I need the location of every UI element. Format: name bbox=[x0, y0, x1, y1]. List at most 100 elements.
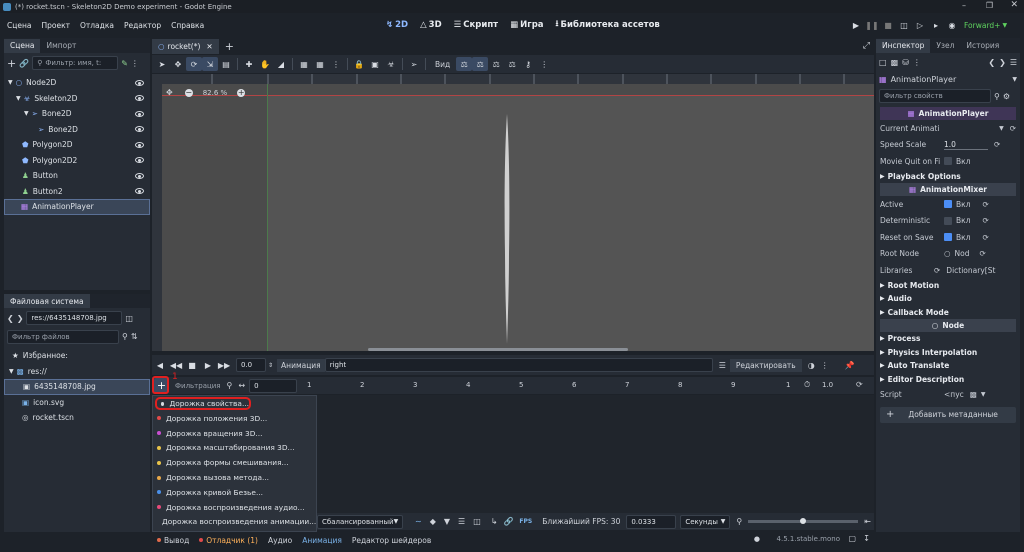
tab-history[interactable]: История bbox=[960, 39, 1005, 53]
script-attach-icon[interactable]: ✎ bbox=[121, 59, 128, 68]
visibility-eye-icon[interactable] bbox=[135, 110, 144, 117]
sort-icon[interactable]: ⇅ bbox=[131, 332, 138, 341]
rotate-tool-icon[interactable]: ⟳ bbox=[186, 57, 202, 71]
open-folder-icon[interactable]: ▩ bbox=[891, 58, 899, 67]
snap-options-icon[interactable]: ⋮ bbox=[328, 57, 344, 71]
fit-icon[interactable]: ↔ bbox=[238, 381, 245, 390]
tab-output[interactable]: Вывод bbox=[152, 536, 194, 545]
history-back-icon[interactable]: ❮ bbox=[988, 58, 995, 67]
play-scene-icon[interactable]: ▷ bbox=[912, 18, 928, 32]
close-window-button[interactable]: ✕ bbox=[1010, 0, 1018, 10]
active-checkbox[interactable] bbox=[944, 200, 952, 209]
play-from-start-icon[interactable]: ▶▶ bbox=[216, 358, 232, 372]
section-root-motion[interactable]: ▶ Root Motion bbox=[880, 279, 1016, 293]
snap-icon[interactable]: ↳ bbox=[491, 517, 498, 526]
revert-icon[interactable]: ⟳ bbox=[982, 233, 988, 242]
collapse-arrow-icon[interactable]: ▼ bbox=[16, 95, 21, 102]
filter-icon[interactable]: ☰ bbox=[719, 361, 726, 370]
tab-audio[interactable]: Аудио bbox=[263, 536, 297, 545]
slider-grabber[interactable] bbox=[800, 518, 807, 524]
pan-tool-icon[interactable]: ✋ bbox=[257, 57, 273, 71]
back-arrow-icon[interactable]: ❮ bbox=[7, 314, 14, 323]
section-physics-interpolation[interactable]: ▶ Physics Interpolation bbox=[880, 346, 1016, 360]
workspace-2d[interactable]: ↯ 2D bbox=[380, 20, 414, 30]
tree-node-bone2d[interactable]: ▼ ➢ Bone2D bbox=[4, 106, 150, 122]
tab-rocket[interactable]: ○ rocket(*) ✕ bbox=[152, 38, 219, 54]
stop-icon[interactable]: ■ bbox=[184, 358, 200, 372]
tab-debugger[interactable]: Отладчик (1) bbox=[194, 536, 263, 545]
fs-root-folder[interactable]: ▼ ▩ res:// bbox=[4, 364, 150, 380]
pivot-tool-icon[interactable]: ✚ bbox=[241, 57, 257, 71]
horizontal-scrollbar[interactable] bbox=[368, 348, 628, 351]
ruler-tool-icon[interactable]: ▤ bbox=[218, 57, 234, 71]
menu-item-bezier-track[interactable]: Дорожка кривой Безье... bbox=[153, 485, 316, 500]
copy-icon[interactable]: ▢ bbox=[848, 534, 856, 543]
zoom-level[interactable]: 82.6 % bbox=[203, 89, 227, 97]
move-widget-icon[interactable]: ✥ bbox=[166, 88, 173, 97]
revert-icon[interactable]: ⟳ bbox=[982, 200, 988, 209]
snap-smart-icon[interactable]: ▦ bbox=[296, 57, 312, 71]
visibility-eye-icon[interactable] bbox=[135, 172, 144, 179]
more-icon[interactable]: ⋮ bbox=[913, 58, 921, 67]
zoom-out-icon[interactable]: − bbox=[184, 88, 193, 97]
group-tracks-icon[interactable]: ☰ bbox=[458, 517, 465, 526]
pin-icon[interactable]: 📌 bbox=[845, 361, 855, 370]
maximize-button[interactable]: ❐ bbox=[986, 1, 993, 10]
fs-file-tscn[interactable]: ◎ rocket.tscn bbox=[4, 410, 150, 426]
add-node-icon[interactable]: + bbox=[7, 57, 16, 70]
timeline-ruler[interactable]: 1 2 3 4 5 6 7 8 9 bbox=[304, 377, 794, 394]
revert-icon[interactable]: ⟳ bbox=[994, 140, 1000, 149]
section-callback-mode[interactable]: ▶ Callback Mode bbox=[880, 306, 1016, 320]
section-playback-options[interactable]: ▶ Playback Options bbox=[880, 170, 1016, 184]
collapse-arrow-icon[interactable]: ▼ bbox=[24, 110, 29, 117]
menu-scene[interactable]: Сцена bbox=[2, 21, 36, 30]
workspace-3d[interactable]: △ 3D bbox=[414, 20, 448, 30]
menu-item-position3d-track[interactable]: Дорожка положения 3D... bbox=[153, 411, 316, 426]
collapse-panel-icon[interactable]: ↧ bbox=[863, 534, 870, 543]
workspace-script[interactable]: ☰ Скрипт bbox=[448, 20, 504, 30]
timeline-cursor-field[interactable]: 0 bbox=[249, 378, 298, 393]
section-process[interactable]: ▶ Process bbox=[880, 332, 1016, 346]
tree-node-bone2d-child[interactable]: ➢ Bone2D bbox=[4, 122, 150, 138]
movie-maker-icon[interactable]: ◉ bbox=[944, 18, 960, 32]
menu-debug[interactable]: Отладка bbox=[75, 21, 119, 30]
tree-node-polygon2d[interactable]: ⬟ Polygon2D bbox=[4, 137, 150, 153]
reset-checkbox[interactable] bbox=[944, 233, 952, 242]
fps-snap-icon[interactable]: 🔗 bbox=[503, 517, 513, 526]
tree-node-skeleton2d[interactable]: ▼ ☣ Skeleton2D bbox=[4, 91, 150, 107]
lock-icon[interactable]: 🔒 bbox=[351, 57, 367, 71]
scene-filter-input[interactable]: ⚲ Фильтр: имя, t: bbox=[32, 56, 119, 70]
deterministic-checkbox[interactable] bbox=[944, 216, 952, 225]
property-filter-input[interactable]: Фильтр свойств bbox=[879, 89, 991, 103]
menu-help[interactable]: Справка bbox=[166, 21, 209, 30]
menu-item-method-track[interactable]: Дорожка вызова метода... bbox=[153, 470, 316, 485]
snap-grid-icon[interactable]: ▦ bbox=[312, 57, 328, 71]
scale-tool-icon[interactable]: ⇲ bbox=[202, 57, 218, 71]
ik-icon[interactable]: ◫ bbox=[473, 517, 481, 526]
play-custom-icon[interactable]: ▸ bbox=[928, 18, 944, 32]
fs-file-svg[interactable]: ▣ icon.svg bbox=[4, 395, 150, 411]
edit-button[interactable]: Редактировать bbox=[729, 358, 802, 372]
menu-item-blend-shape-track[interactable]: Дорожка формы смешивания... bbox=[153, 455, 316, 470]
step-field[interactable]: 1.0 bbox=[822, 381, 833, 389]
tab-node[interactable]: Узел bbox=[930, 39, 960, 53]
canvas-viewport[interactable]: ✥ − 82.6 % + bbox=[152, 74, 874, 351]
insert-key-pos-icon[interactable]: ⚖ bbox=[456, 57, 473, 71]
split-view-icon[interactable]: ◫ bbox=[125, 314, 133, 323]
tree-node-polygon2d2[interactable]: ⬟ Polygon2D2 bbox=[4, 153, 150, 169]
menu-item-audio-track[interactable]: Дорожка воспроизведения аудио... bbox=[153, 500, 316, 515]
prop-libraries[interactable]: Libraries ⟳ Dictionary[St bbox=[880, 262, 1016, 279]
zoom-in-icon[interactable]: + bbox=[237, 88, 246, 97]
section-auto-translate[interactable]: ▶ Auto Translate bbox=[880, 359, 1016, 373]
onion-skin-icon[interactable]: ◑ bbox=[808, 361, 815, 370]
move-tool-icon[interactable]: ✥ bbox=[170, 57, 186, 71]
reload-icon[interactable]: ⟳ bbox=[934, 266, 940, 275]
snap-step-field[interactable]: 0.0333 bbox=[626, 514, 677, 529]
view-menu[interactable]: Вид bbox=[435, 60, 450, 69]
visibility-eye-icon[interactable] bbox=[135, 157, 144, 164]
timeline-zoom-slider[interactable] bbox=[748, 518, 859, 524]
prop-speed-scale[interactable]: Speed Scale 1.0 ⟳ bbox=[880, 137, 1016, 154]
menu-item-scale3d-track[interactable]: Дорожка масштабирования 3D... bbox=[153, 441, 316, 456]
tab-animation[interactable]: Анимация bbox=[297, 536, 347, 545]
zoom-icon[interactable]: ⚲ bbox=[736, 517, 742, 526]
